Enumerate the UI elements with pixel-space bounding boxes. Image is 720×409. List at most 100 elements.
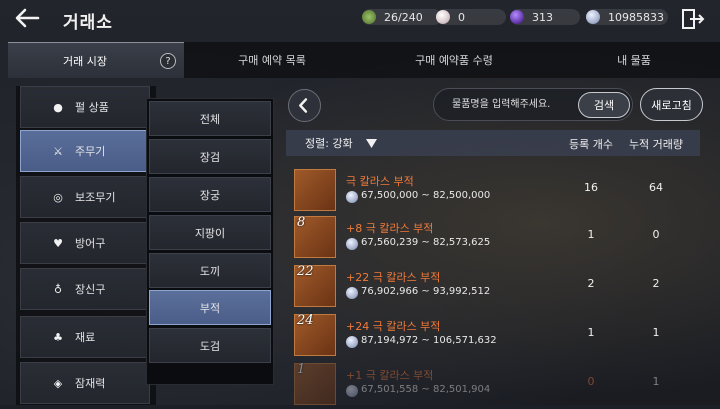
page-title: 거래소 <box>63 13 113 33</box>
subcategory-item-blade[interactable]: 도검 <box>149 328 271 363</box>
price-range: 67,560,239 ~ 82,573,625 <box>361 237 491 248</box>
item-name: +24 극 칼라스 부적 <box>346 320 441 333</box>
table-row[interactable]: 22 +22 극 칼라스 부적 76,902,966 ~ 93,992,512 … <box>286 263 700 311</box>
subcategory-item-axe[interactable]: 도끼 <box>149 253 271 288</box>
subcategory-label: 도끼 <box>199 264 221 278</box>
silver-coin-icon <box>346 385 358 397</box>
silver-coin-icon <box>586 10 600 24</box>
listed-count: 1 <box>587 326 595 339</box>
weight-icon <box>362 10 376 24</box>
back-arrow-icon[interactable] <box>14 7 40 29</box>
silver-indicator: 10985833 <box>586 8 668 26</box>
subcategory-label: 전체 <box>199 112 221 126</box>
subcategory-label: 도검 <box>199 339 221 353</box>
category-label: 주무기 <box>75 145 106 158</box>
tab-label: 구매 예약품 수령 <box>415 54 493 67</box>
trade-volume: 1 <box>652 375 660 388</box>
category-label: 재료 <box>75 331 96 344</box>
subcategory-item-staff[interactable]: 지팡이 <box>149 215 271 250</box>
tab-purchase-reservations[interactable]: 구매 예약 목록 <box>184 42 360 78</box>
dark-gem-icon <box>510 10 524 24</box>
search-input[interactable] <box>452 96 574 112</box>
weight-value: 26/240 <box>384 10 423 24</box>
category-label: 방어구 <box>75 237 106 250</box>
category-item-main-weapon[interactable]: ⚔ 주무기 <box>20 130 150 172</box>
column-header-count: 등록 개수 <box>569 138 613 151</box>
item-name: +22 극 칼라스 부적 <box>346 271 441 284</box>
top-bar: 거래소 26/240 0 313 10985833 <box>0 0 720 38</box>
category-label: 장신구 <box>75 283 106 296</box>
subcategory-label: 장궁 <box>199 188 221 202</box>
search-button[interactable]: 검색 <box>578 92 630 118</box>
sort-dropdown[interactable]: 정렬: 강화 <box>305 135 353 151</box>
category-item-armor[interactable]: ♥ 방어구 <box>20 222 150 264</box>
price-range: 87,194,972 ~ 106,571,632 <box>361 335 497 346</box>
enhance-level: 24 <box>297 313 314 328</box>
enhance-level: 1 <box>297 362 306 377</box>
trade-volume: 1 <box>652 326 660 339</box>
talisman-item-icon: 22 <box>294 264 336 307</box>
tab-reserved-pickup[interactable]: 구매 예약품 수령 <box>360 42 548 78</box>
item-name: 극 칼라스 부적 <box>346 175 414 188</box>
weight-indicator: 26/240 <box>362 8 442 26</box>
trade-volume: 64 <box>649 181 663 194</box>
gem-value: 313 <box>532 10 553 24</box>
category-item-potential[interactable]: ◈ 잠재력 <box>20 362 150 404</box>
table-row[interactable]: 24 +24 극 칼라스 부적 87,194,972 ~ 106,571,632… <box>286 312 700 360</box>
pearl-icon <box>436 10 450 24</box>
price-range: 76,902,966 ~ 93,992,512 <box>361 286 491 297</box>
gem-indicator: 313 <box>510 8 580 26</box>
subcategory-label: 지팡이 <box>194 226 226 240</box>
tab-bar: 거래 시장 ? 구매 예약 목록 구매 예약품 수령 내 물품 <box>8 42 720 78</box>
subcategory-label: 장검 <box>199 150 221 164</box>
help-icon[interactable]: ? <box>160 53 176 69</box>
table-row[interactable]: 8 +8 극 칼라스 부적 67,560,239 ~ 82,573,625 1 … <box>286 214 700 262</box>
talisman-item-icon: 24 <box>294 313 336 356</box>
pearl-indicator: 0 <box>436 8 506 26</box>
column-header-volume: 누적 거래량 <box>628 138 684 151</box>
talisman-item-icon <box>294 169 336 211</box>
category-list: ● 펄 상품 ⚔ 주무기 ◎ 보조무기 ♥ 방어구 ♁ 장신구 ♣ 재료 ◈ 잠… <box>16 86 156 405</box>
category-item-pearl[interactable]: ● 펄 상품 <box>20 86 150 128</box>
pearl-value: 0 <box>458 10 465 24</box>
silver-coin-icon <box>346 238 358 250</box>
price-range: 67,500,000 ~ 82,500,000 <box>361 190 491 201</box>
subcategory-list: 전체 장검 장궁 지팡이 도끼 부적 도검 <box>146 98 274 385</box>
collapse-button[interactable] <box>288 89 321 122</box>
price-range: 67,501,558 ~ 82,501,904 <box>361 384 491 395</box>
necklace-icon: ♁ <box>53 282 63 296</box>
category-item-accessory[interactable]: ♁ 장신구 <box>20 268 150 310</box>
category-item-material[interactable]: ♣ 재료 <box>20 316 150 358</box>
item-name: +8 극 칼라스 부적 <box>346 222 434 235</box>
category-label: 잠재력 <box>75 377 106 390</box>
listed-count: 1 <box>587 228 595 241</box>
item-name: +1 극 칼라스 부적 <box>346 369 434 382</box>
trade-volume: 0 <box>652 228 660 241</box>
exit-door-icon[interactable] <box>681 8 705 30</box>
triangle-down-icon[interactable] <box>366 139 377 148</box>
talisman-item-icon: 8 <box>294 215 336 258</box>
silver-value: 10985833 <box>608 10 664 24</box>
subcategory-item-talisman[interactable]: 부적 <box>149 290 271 325</box>
pearl-icon: ● <box>53 100 63 114</box>
refresh-button[interactable]: 새로고침 <box>640 88 703 121</box>
tab-my-items[interactable]: 내 물품 <box>548 42 720 78</box>
listed-count: 0 <box>587 375 595 388</box>
potion-icon: ♣ <box>53 330 63 344</box>
tab-market[interactable]: 거래 시장 ? <box>8 42 184 78</box>
category-label: 펄 상품 <box>75 101 109 114</box>
tab-label: 거래 시장 <box>63 54 107 68</box>
talisman-item-icon: 1 <box>294 362 336 405</box>
table-row[interactable]: 1 +1 극 칼라스 부적 67,501,558 ~ 82,501,904 0 … <box>286 361 700 409</box>
listed-count: 16 <box>584 181 598 194</box>
subcategory-item-longsword[interactable]: 장검 <box>149 139 271 174</box>
silver-coin-icon <box>346 191 358 203</box>
enhance-level: 8 <box>297 215 306 230</box>
tab-label: 구매 예약 목록 <box>238 54 306 67</box>
chevron-left-icon <box>299 98 308 113</box>
table-row[interactable]: 극 칼라스 부적 67,500,000 ~ 82,500,000 16 64 <box>286 167 700 215</box>
category-item-sub-weapon[interactable]: ◎ 보조무기 <box>20 176 150 218</box>
subcategory-item-longbow[interactable]: 장궁 <box>149 177 271 212</box>
subcategory-item-all[interactable]: 전체 <box>149 101 271 136</box>
tab-label: 내 물품 <box>617 54 651 67</box>
